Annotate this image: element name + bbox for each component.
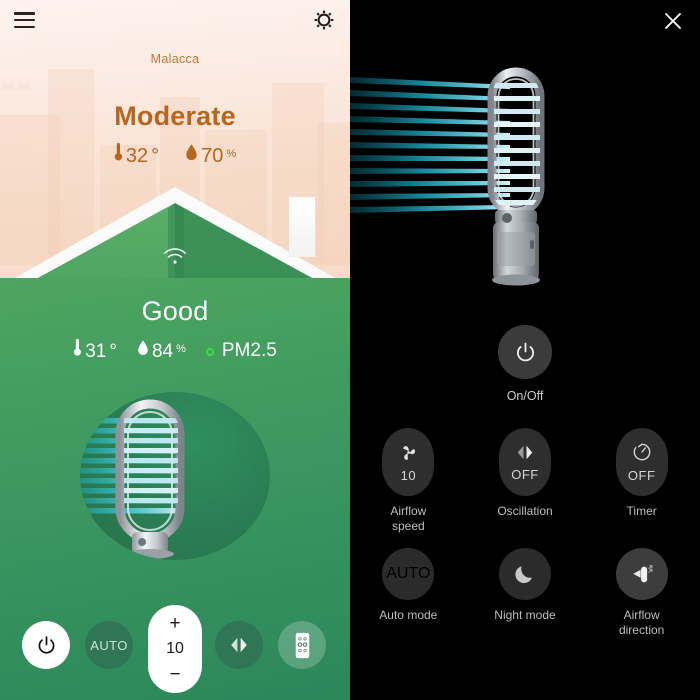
city-name: Malacca (150, 52, 200, 66)
outdoor-air-quality-block: Moderate 32 ° 70 % (0, 103, 350, 168)
power-icon (38, 635, 54, 654)
left-topbar (0, 0, 350, 42)
onoff-label: On/Off (506, 389, 544, 403)
water-droplet-icon (137, 339, 149, 363)
left-panel-home-dashboard: Malacca Moderate 32 ° 70 % Good 31 ° 84 … (0, 0, 350, 700)
outdoor-humidity-unit: % (226, 147, 237, 160)
oscillation-button[interactable] (215, 621, 263, 669)
airflow-speed-label: Airflow speed (390, 504, 426, 534)
thermometer-icon (114, 142, 123, 168)
remote-control-button[interactable] (278, 621, 326, 669)
timer-value: OFF (627, 468, 656, 483)
device-illustration-left (80, 392, 270, 560)
control-airflow-speed: 10 Airflow speed (350, 428, 467, 534)
control-night-mode: Night mode (467, 548, 584, 638)
indoor-humidity: 84% (137, 339, 186, 363)
remote-control-icon (295, 632, 309, 658)
moon-icon (515, 566, 532, 584)
right-panel-device-controls: On/Off 10 Airflow speed OFF Oscillation … (350, 0, 700, 700)
airflow-speed-label-line1: Airflow (390, 504, 427, 518)
indoor-stats: 31 ° 84% PM2.5 (0, 338, 350, 363)
outdoor-stats: 32 ° 70% (0, 142, 350, 168)
oscillation-icon (517, 445, 533, 459)
airflow-direction-button[interactable] (615, 548, 668, 600)
outdoor-status-title: Moderate (114, 101, 236, 131)
water-droplet-icon (185, 143, 198, 168)
device-control-grid: 10 Airflow speed OFF Oscillation OFF Tim… (350, 428, 700, 638)
auto-mode-button[interactable]: AUTO (382, 548, 435, 600)
pm-label: PM2.5 (221, 339, 277, 361)
app-screen: Malacca Moderate 32 ° 70 % Good 31 ° 84 … (0, 0, 700, 700)
control-airflow-direction: Airflow direction (583, 548, 700, 638)
oscillation-value: OFF (511, 466, 539, 482)
left-control-bar: AUTO + 10 − (0, 590, 350, 700)
hamburger-menu-icon[interactable] (14, 12, 35, 29)
auto-mode-label: Auto mode (379, 608, 438, 622)
outdoor-humidity-value: 70 (201, 144, 224, 167)
speed-value: 10 (166, 640, 184, 657)
power-button[interactable] (22, 621, 70, 669)
outdoor-humidity: 70% (185, 143, 236, 168)
oscillation-button[interactable]: OFF (498, 428, 551, 496)
timer-icon (633, 443, 651, 461)
thermometer-icon (73, 338, 82, 363)
fan-speed-stepper[interactable]: + 10 − (148, 605, 202, 693)
night-mode-label: Night mode (494, 608, 556, 622)
onoff-control: On/Off (350, 325, 700, 403)
indoor-temperature-unit: ° (109, 341, 117, 362)
control-timer: OFF Timer (583, 428, 700, 534)
outdoor-temperature-unit: ° (151, 145, 160, 167)
airflow-speed-label-line2: speed (391, 519, 425, 533)
oscillation-label: Oscillation (497, 504, 553, 518)
auto-mode-value: AUTO (386, 565, 431, 582)
indoor-pm-reading: PM2.5 (205, 339, 277, 362)
control-oscillation: OFF Oscillation (467, 428, 584, 534)
onoff-button[interactable] (498, 325, 552, 379)
airflow-direction-label-line1: Airflow (623, 608, 660, 622)
airflow-direction-icon (632, 565, 653, 583)
close-icon[interactable] (662, 10, 684, 32)
airflow-direction-label: Airflow direction (619, 608, 664, 638)
indoor-humidity-unit: % (176, 342, 186, 355)
speed-decrease-button[interactable]: − (169, 665, 180, 684)
fan-blade-icon (403, 445, 415, 460)
indoor-temperature: 31 ° (73, 338, 117, 363)
control-auto-mode: AUTO Auto mode (350, 548, 467, 638)
airflow-direction-label-line2: direction (618, 623, 665, 637)
power-icon (516, 342, 534, 361)
airflow-speed-value: 10 (400, 467, 417, 483)
pm-status-indicator-icon (205, 347, 214, 356)
oscillation-icon (231, 637, 247, 653)
indoor-status-title: Good (141, 296, 209, 326)
auto-mode-label: AUTO (90, 637, 128, 653)
speed-increase-button[interactable]: + (169, 614, 180, 633)
indoor-humidity-value: 84 (151, 340, 174, 362)
auto-mode-button[interactable]: AUTO (85, 621, 133, 669)
gear-icon[interactable] (312, 8, 336, 32)
indoor-temperature-value: 31 (85, 341, 107, 362)
wifi-icon (0, 246, 350, 270)
indoor-air-quality-block: Good 31 ° 84 % PM2.5 (0, 298, 350, 363)
airflow-speed-button[interactable]: 10 (382, 428, 435, 496)
timer-label: Timer (626, 504, 657, 518)
timer-button[interactable]: OFF (615, 428, 668, 496)
outdoor-temperature: 32 ° (114, 142, 159, 168)
device-illustration-right (350, 50, 700, 295)
night-mode-button[interactable] (498, 548, 551, 600)
outdoor-temperature-value: 32 (125, 145, 149, 167)
